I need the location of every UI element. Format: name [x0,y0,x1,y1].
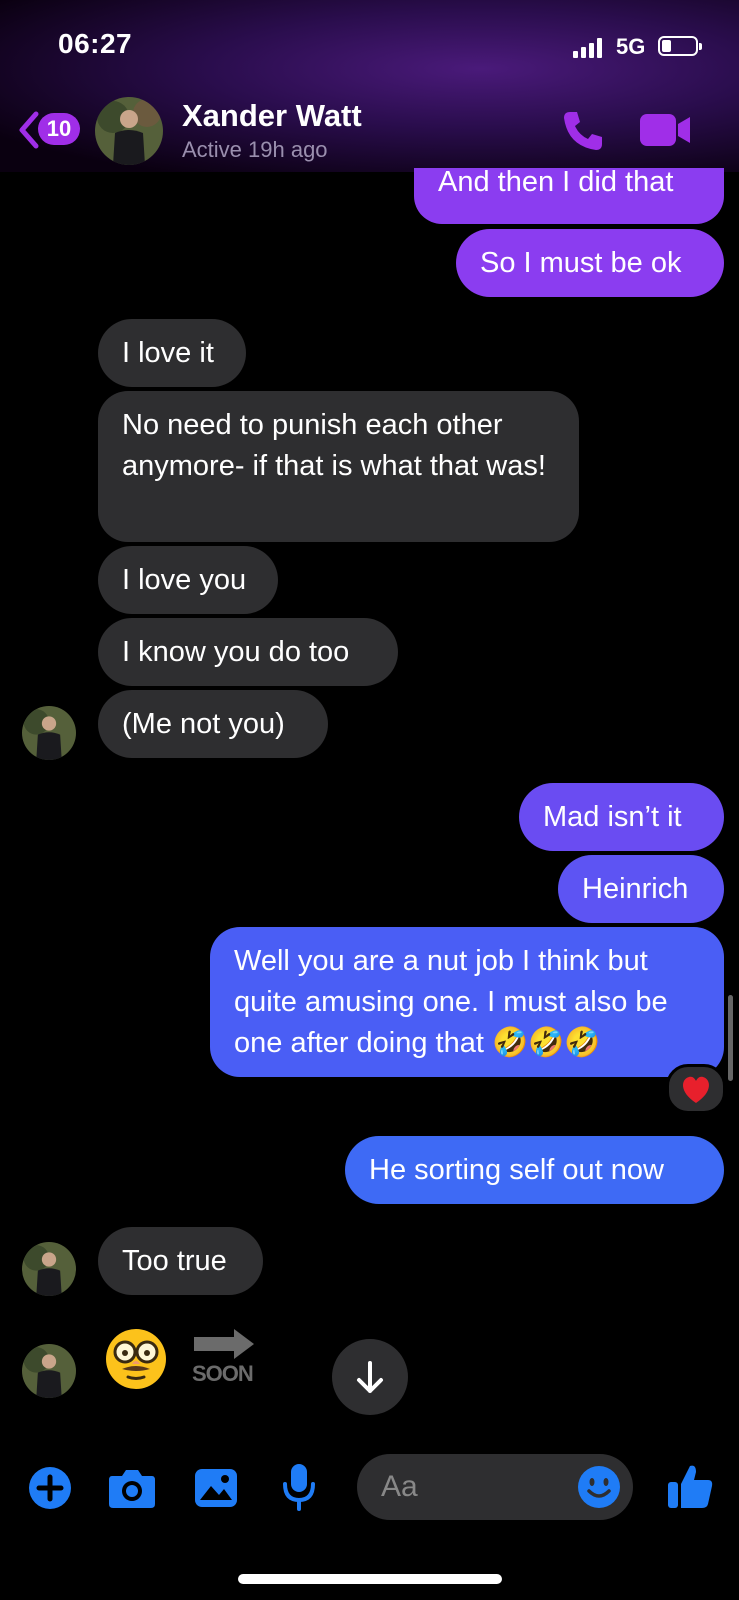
message-outgoing[interactable]: He sorting self out now [345,1136,724,1204]
plus-icon[interactable] [28,1466,72,1510]
message-incoming[interactable]: (Me not you) [98,690,328,758]
signal-icon [573,36,605,58]
video-camera-icon[interactable] [640,112,692,148]
home-indicator[interactable] [238,1574,502,1584]
message-outgoing[interactable]: And then I did that [414,168,724,224]
arrow-down-icon [357,1361,383,1393]
message-incoming[interactable]: I love you [98,546,278,614]
status-time: 06:27 [58,28,133,59]
soon-arrow-emoji-icon[interactable]: SOON [190,1327,260,1391]
scrollbar[interactable] [728,995,733,1081]
message-outgoing[interactable]: So I must be ok [456,229,724,297]
gallery-icon[interactable] [194,1466,238,1510]
message-outgoing[interactable]: Heinrich [558,855,724,923]
contact-avatar[interactable] [22,1344,76,1398]
unread-count-badge[interactable]: 10 [38,113,80,145]
contact-avatar[interactable] [95,97,163,165]
contact-avatar[interactable] [22,706,76,760]
contact-name[interactable]: Xander Watt [182,98,362,134]
battery-icon [658,36,702,56]
message-incoming[interactable]: No need to punish each other anymore- if… [98,391,579,542]
phone-icon[interactable] [560,108,606,154]
contact-status: Active 19h ago [182,137,328,162]
scroll-to-bottom-button[interactable] [332,1339,408,1415]
network-label: 5G [616,34,646,59]
disguised-face-emoji-icon[interactable]: 🥸 [104,1327,168,1391]
message-incoming[interactable]: Too true [98,1227,263,1295]
message-incoming[interactable]: I know you do too [98,618,398,686]
microphone-icon[interactable] [280,1462,318,1512]
camera-icon[interactable] [108,1466,156,1510]
smiley-icon[interactable] [577,1465,621,1509]
heart-icon [683,1076,709,1103]
heart-reaction[interactable] [666,1064,726,1114]
message-outgoing[interactable]: Well you are a nut job I think but quite… [210,927,724,1077]
thumbs-up-icon[interactable] [666,1460,714,1510]
contact-avatar[interactable] [22,1242,76,1296]
soon-label: SOON [192,1361,254,1386]
message-outgoing[interactable]: Mad isn’t it [519,783,724,851]
message-incoming[interactable]: I love it [98,319,246,387]
